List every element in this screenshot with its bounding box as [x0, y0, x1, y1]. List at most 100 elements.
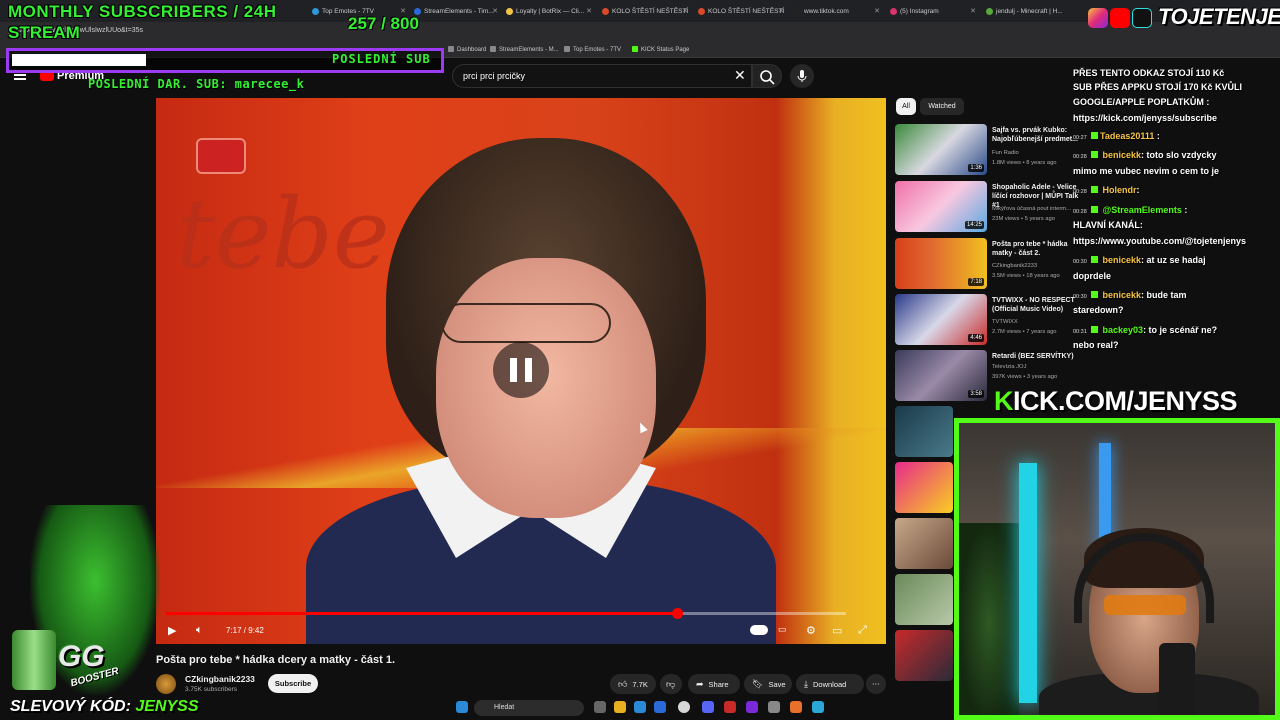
recommendation-thumbnail[interactable] [895, 462, 953, 513]
chrome-icon[interactable] [678, 701, 690, 713]
microphone-button[interactable] [790, 64, 814, 88]
chat-timestamp: 00:28 [1073, 209, 1087, 215]
filter-chip-all[interactable]: All [896, 98, 916, 115]
windows-start-icon[interactable] [456, 701, 468, 713]
chat-username[interactable]: Tadeas20111 [1100, 131, 1154, 141]
bookmark[interactable]: Dashboard [448, 46, 486, 53]
settings-icon[interactable]: ⚙ [806, 624, 816, 637]
bookmark-icon [448, 46, 454, 52]
discord-icon[interactable] [702, 701, 714, 713]
chat-username[interactable]: Holendr [1103, 185, 1137, 195]
dislike-button[interactable]: 👎︎ [660, 674, 682, 694]
filter-chip-watched[interactable]: Watched [920, 98, 964, 115]
edge-icon[interactable] [634, 701, 646, 713]
chat-pinned-line: GOOGLE/APPLE POPLATKŮM : [1073, 97, 1210, 107]
progress-scrubber[interactable] [672, 608, 684, 619]
browser-tab[interactable]: KOLO ŠTĚSTÍ NEŠTĚSTÍ ✕ [598, 3, 692, 20]
chat-timestamp: 00:27 [1073, 135, 1087, 141]
monthly-subs-label: MONTHLY SUBSCRIBERS / 24H [8, 2, 277, 21]
close-icon[interactable]: ✕ [970, 7, 976, 15]
chat-timestamp: 00:28 [1073, 154, 1087, 160]
kick-badge-icon [1091, 151, 1098, 158]
chat-username[interactable]: @StreamElements [1103, 205, 1182, 215]
search-icon [760, 70, 775, 85]
browser-tab[interactable]: (5) Instagram ✕ [886, 3, 980, 20]
video-duration: 1:36 [968, 164, 984, 172]
captions-icon[interactable]: ▭ [778, 624, 787, 635]
chat-pinned-line: SUB PŘES APPKU STOJÍ 170 Kč KVŮLI [1073, 82, 1243, 92]
clear-icon[interactable]: ✕ [734, 67, 746, 84]
recommendation-thumbnail[interactable]: 1:36 [895, 124, 987, 175]
time-display: 7:17 / 9:42 [226, 626, 264, 635]
app-icon[interactable] [812, 701, 824, 713]
bookmark[interactable]: Top Emotes - 7TV [564, 46, 621, 53]
booster-can [12, 630, 56, 690]
play-icon[interactable]: ▶ [168, 624, 176, 637]
recommendation-thumbnail[interactable] [895, 630, 953, 681]
video-player[interactable]: tebe [156, 98, 886, 644]
browser-tab[interactable]: www.tiktok.com ✕ [790, 3, 884, 20]
download-button[interactable]: ⤓ Download [796, 674, 864, 694]
recommendation-meta: 3.5M views • 18 years ago [992, 273, 1060, 279]
chat-username[interactable]: backey03 [1103, 325, 1144, 335]
close-icon[interactable]: ✕ [586, 7, 592, 15]
chat-username[interactable]: benicekk [1103, 290, 1142, 300]
promo-code: SLEVOVÝ KÓD: JENYSS [10, 698, 199, 715]
chat-message: benicekk: toto slo vzdycky [1091, 150, 1217, 160]
save-button[interactable]: 🔖︎ Save [744, 674, 792, 694]
search-button[interactable] [752, 64, 782, 88]
kick-badge-icon [1091, 326, 1098, 333]
kick-badge-icon [1091, 186, 1098, 193]
task-view-icon[interactable] [594, 701, 606, 713]
share-button[interactable]: ➦ Share [688, 674, 740, 694]
theater-mode-icon[interactable]: ▭ [832, 624, 842, 637]
screen: Top Emotes - 7TV ✕ StreamElements - Tim..… [0, 0, 1280, 720]
app-icon[interactable] [746, 701, 758, 713]
browser-tab[interactable]: KOLO ŠTĚSTÍ NEŠTĚSTÍ ✕ [694, 3, 788, 20]
app-icon[interactable] [724, 701, 736, 713]
subscribe-button[interactable]: Subscribe [268, 674, 318, 693]
chat-username[interactable]: benicekk [1103, 255, 1142, 265]
chat-message: Tadeas20111 : [1091, 131, 1160, 141]
more-button[interactable]: ⋯ [866, 674, 886, 694]
recommendation-thumbnail[interactable]: 3:58 [895, 350, 987, 401]
kick-badge-icon [1091, 291, 1098, 298]
close-icon[interactable]: ✕ [874, 7, 880, 15]
channel-name[interactable]: CZkingbanik2233 [185, 674, 255, 684]
volume-icon[interactable]: 🔈︎ [196, 624, 203, 637]
close-icon[interactable]: ✕ [682, 7, 688, 15]
chat-username[interactable]: benicekk [1103, 150, 1142, 160]
browser-tab[interactable]: StreamElements - Tim... ✕ [410, 3, 502, 20]
recommendation-thumbnail[interactable]: 4:46 [895, 294, 987, 345]
stream-label: STREAM [8, 23, 80, 42]
recommendation-thumbnail[interactable] [895, 406, 953, 457]
chat-message-continued: https://www.youtube.com/@tojetenjenys [1073, 236, 1246, 246]
fullscreen-icon[interactable]: ⤢ [858, 624, 867, 637]
browser-tab[interactable]: Loyalty | BotRix — Cli... ✕ [502, 3, 596, 20]
app-icon[interactable] [654, 701, 666, 713]
recommendation-thumbnail[interactable]: 7:18 [895, 238, 987, 289]
close-icon[interactable]: ✕ [492, 7, 498, 15]
close-icon[interactable]: ✕ [778, 7, 784, 15]
bookmark-icon [490, 46, 496, 52]
recommendation-thumbnail[interactable] [895, 518, 953, 569]
autoplay-toggle[interactable] [750, 625, 768, 635]
browser-tab[interactable]: jendulj - Minecraft | H... [982, 3, 1072, 20]
recommendation-thumbnail[interactable] [895, 574, 953, 625]
chat-message: benicekk: bude tam [1091, 290, 1187, 300]
bookmark[interactable]: KICK Status Page [632, 46, 689, 53]
app-icon[interactable] [768, 701, 780, 713]
like-button[interactable]: 👍︎ 7.7K [610, 674, 656, 694]
bookmark[interactable]: StreamElements - M... [490, 46, 559, 53]
taskbar-search[interactable]: Hledat [474, 700, 584, 716]
recommendation-meta: 23M views • 5 years ago [992, 216, 1055, 222]
pause-button[interactable] [493, 342, 549, 398]
chat-message: Holendr: [1091, 185, 1140, 195]
webcam-glasses [1104, 595, 1186, 615]
search-query[interactable]: prci prci prcičky [463, 71, 525, 81]
video-duration: 4:46 [968, 334, 984, 342]
video-duration: 3:58 [968, 390, 984, 398]
file-explorer-icon[interactable] [614, 701, 626, 713]
recommendation-thumbnail[interactable]: 14:25 [895, 181, 987, 232]
app-icon[interactable] [790, 701, 802, 713]
